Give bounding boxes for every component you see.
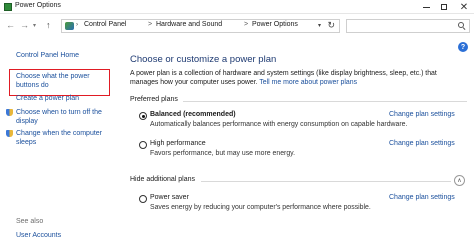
- sidebar-item-power-buttons[interactable]: Choose what the power buttons do: [16, 72, 102, 90]
- navigation-bar: ← → ▾ ↑ › Control Panel > Hardware and S…: [0, 15, 474, 37]
- plan-description: Saves energy by reducing your computer's…: [150, 204, 371, 211]
- power-options-app-icon: [4, 3, 12, 11]
- close-icon: ✕: [459, 1, 469, 13]
- sidebar-item-computer-sleeps[interactable]: Change when the computer sleeps: [6, 129, 102, 147]
- section-divider: [201, 181, 451, 182]
- collapse-chevron-icon[interactable]: ∧: [454, 175, 465, 186]
- breadcrumb-control-panel[interactable]: Control Panel: [84, 21, 126, 28]
- back-arrow-icon[interactable]: ←: [6, 21, 15, 30]
- title-bar: Power Options ✕: [0, 0, 474, 14]
- breadcrumb-separator[interactable]: >: [148, 21, 152, 28]
- sidebar-item-label: Choose when to turn off the display: [16, 109, 102, 125]
- refresh-icon[interactable]: ↻: [327, 20, 335, 31]
- forward-arrow-icon[interactable]: →: [20, 21, 29, 30]
- minimize-button[interactable]: [418, 0, 434, 14]
- shield-icon: [6, 130, 13, 137]
- change-plan-settings-link[interactable]: Change plan settings: [389, 194, 455, 201]
- minimize-icon: [422, 6, 430, 8]
- plan-description: Automatically balances performance with …: [150, 121, 408, 128]
- breadcrumb-chevron-icon[interactable]: ›: [76, 22, 78, 28]
- tell-me-more-link[interactable]: Tell me more about power plans: [259, 79, 357, 86]
- change-plan-settings-link[interactable]: Change plan settings: [389, 140, 455, 147]
- radio-balanced[interactable]: [139, 112, 147, 120]
- window-title: Power Options: [15, 2, 61, 9]
- hide-additional-plans-label[interactable]: Hide additional plans: [130, 176, 195, 183]
- radio-high-performance[interactable]: [139, 141, 147, 149]
- see-also-label: See also: [16, 218, 44, 225]
- close-button[interactable]: ✕: [456, 0, 472, 14]
- up-arrow-icon[interactable]: ↑: [46, 21, 51, 30]
- breadcrumb-separator[interactable]: >: [244, 21, 248, 28]
- page-title: Choose or customize a power plan: [130, 54, 277, 65]
- change-plan-settings-link[interactable]: Change plan settings: [389, 111, 455, 118]
- see-also-user-accounts[interactable]: User Accounts: [16, 232, 61, 239]
- main-content: ? Choose or customize a power plan A pow…: [121, 38, 474, 251]
- address-dropdown-icon[interactable]: ▾: [318, 22, 321, 29]
- control-panel-icon: [65, 22, 74, 30]
- sidebar: Control Panel Home Choose what the power…: [0, 38, 120, 251]
- recent-locations-chevron-icon[interactable]: ▾: [33, 22, 36, 31]
- intro-text: A power plan is a collection of hardware…: [130, 69, 465, 87]
- sidebar-item-create-power-plan[interactable]: Create a power plan: [16, 94, 112, 103]
- breadcrumb-power-options[interactable]: Power Options: [252, 21, 298, 28]
- plan-name[interactable]: Power saver: [150, 194, 189, 201]
- sidebar-item-label: Change when the computer sleeps: [16, 130, 102, 146]
- sidebar-item-turn-off-display[interactable]: Choose when to turn off the display: [6, 108, 102, 126]
- plan-name[interactable]: Balanced (recommended): [150, 111, 236, 118]
- search-input[interactable]: [346, 19, 470, 33]
- help-icon[interactable]: ?: [458, 42, 468, 52]
- maximize-icon: [441, 4, 447, 10]
- breadcrumb-hardware-and-sound[interactable]: Hardware and Sound: [156, 21, 222, 28]
- maximize-button[interactable]: [436, 0, 452, 14]
- plan-name[interactable]: High performance: [150, 140, 206, 147]
- preferred-plans-label: Preferred plans: [130, 96, 178, 103]
- plan-description: Favors performance, but may use more ene…: [150, 150, 296, 157]
- sidebar-item-control-panel-home[interactable]: Control Panel Home: [16, 51, 112, 60]
- radio-power-saver[interactable]: [139, 195, 147, 203]
- search-icon: [458, 22, 466, 30]
- address-bar[interactable]: › Control Panel > Hardware and Sound > P…: [61, 19, 340, 33]
- shield-icon: [6, 109, 13, 116]
- section-divider: [183, 101, 467, 102]
